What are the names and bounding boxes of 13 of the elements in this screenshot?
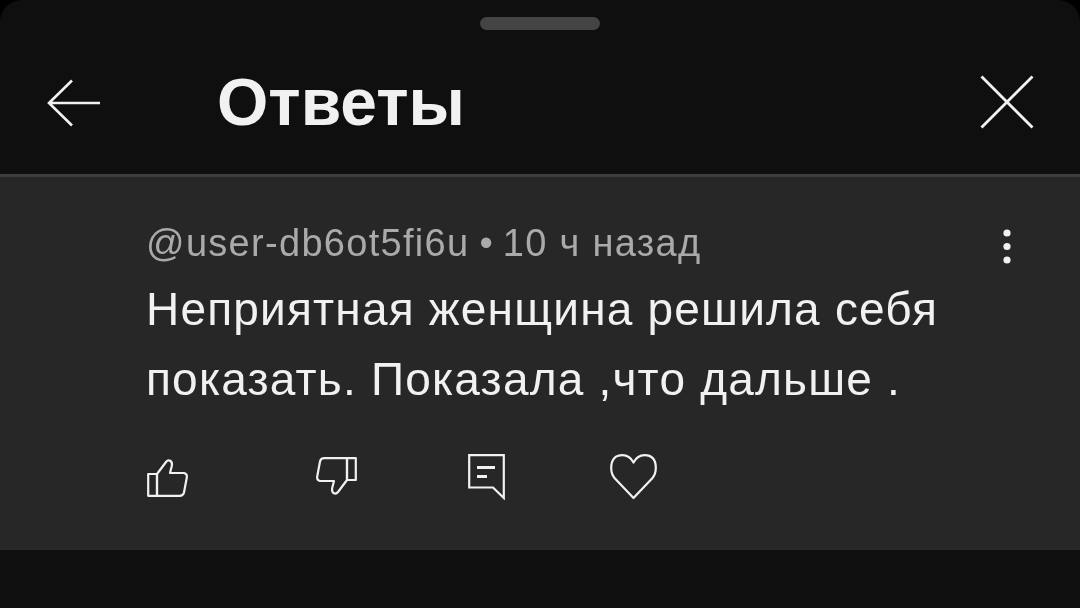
bullet-separator: •	[479, 221, 493, 266]
comment-text: Неприятная женщина решила себя показать. Показала ,что дальше .	[146, 282, 939, 407]
window-title: Ответы	[217, 64, 466, 141]
drag-handle[interactable]	[480, 17, 600, 30]
back-arrow-icon[interactable]	[46, 79, 100, 127]
thumbs-up-icon[interactable]	[147, 457, 189, 497]
author-name[interactable]: @user-db6ot5fi6u	[146, 220, 470, 266]
thumbs-down-icon[interactable]	[315, 457, 357, 497]
close-icon[interactable]	[980, 75, 1034, 129]
heart-icon[interactable]	[610, 454, 657, 500]
speech-bubble-icon[interactable]	[468, 454, 505, 500]
more-options-icon[interactable]	[1003, 229, 1011, 264]
comment-time: 10 ч назад	[502, 221, 702, 266]
